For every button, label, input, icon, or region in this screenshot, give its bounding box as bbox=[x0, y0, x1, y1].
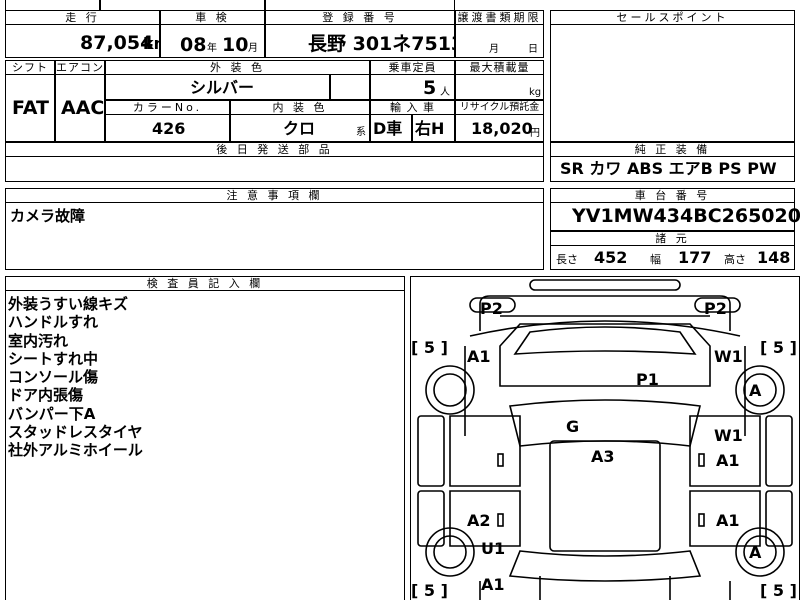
damage-a1-right-rear-door: A1 bbox=[716, 511, 740, 530]
capacity-unit: 人 bbox=[440, 87, 450, 98]
tread-fr: 5 bbox=[772, 338, 785, 357]
tread-bracket-fl: [ 5 ] bbox=[411, 338, 448, 357]
recycle-value: 18,020 bbox=[471, 119, 533, 138]
load-label: 最大積載量 bbox=[455, 60, 544, 75]
ac-label: エアコン bbox=[55, 60, 105, 75]
recycle-unit: 円 bbox=[530, 128, 540, 139]
tread-bracket-rl: [ 5 ] bbox=[411, 581, 448, 600]
exterior-value: シルバー bbox=[190, 78, 255, 97]
inspector-note: 室内汚れ bbox=[8, 331, 69, 350]
transfer-month-unit: 月 bbox=[489, 44, 499, 55]
inspector-note: シートすれ中 bbox=[8, 349, 99, 368]
equipment-label: 純 正 装 備 bbox=[550, 142, 795, 157]
height-value: 148 bbox=[757, 248, 791, 267]
inspection-month: 10 bbox=[222, 34, 249, 56]
height-label: 高さ bbox=[724, 253, 746, 266]
recycle-label: リサイクル預託金 bbox=[455, 100, 544, 115]
inspector-note: バンパー下A bbox=[8, 404, 96, 423]
equipment-items: SR カワ ABS エアB PS PW bbox=[560, 159, 777, 178]
registration-label: 登 録 番 号 bbox=[265, 10, 455, 25]
sales-point-label: セールスポイント bbox=[550, 10, 795, 25]
exterior-label: 外 装 色 bbox=[105, 60, 370, 75]
later-parts-cell bbox=[5, 156, 544, 182]
capacity-label: 乗車定員 bbox=[370, 60, 455, 75]
damage-a1-front-left: A1 bbox=[467, 347, 491, 366]
top-stub-right bbox=[265, 0, 455, 11]
damage-a-wheel-front-right: A bbox=[749, 381, 762, 400]
length-value: 452 bbox=[594, 248, 628, 267]
interior-value: クロ bbox=[283, 119, 316, 138]
inspector-note: スタッドレスタイヤ bbox=[8, 423, 143, 442]
damage-w1-front-right: W1 bbox=[714, 347, 743, 366]
inspection-year-unit: 年 bbox=[207, 43, 217, 54]
shift-label: シフト bbox=[5, 60, 55, 75]
inspector-label: 検 査 員 記 入 欄 bbox=[5, 276, 405, 291]
caution-text: カメラ故障 bbox=[10, 207, 86, 225]
color-no-value: 426 bbox=[152, 119, 186, 138]
width-label: 幅 bbox=[650, 253, 661, 266]
mileage-label: 走 行 bbox=[5, 10, 160, 25]
capacity-value: 5 bbox=[423, 77, 437, 99]
damage-g-windshield: G bbox=[566, 417, 580, 436]
inspector-note: ドア内張傷 bbox=[8, 386, 84, 405]
interior-label: 内 装 色 bbox=[230, 100, 370, 115]
damage-a1-right-door: A1 bbox=[716, 451, 740, 470]
tread-bracket-rr: [ 5 ] bbox=[760, 581, 797, 600]
dimensions-label: 諸 元 bbox=[550, 231, 795, 246]
transfer-day-unit: 日 bbox=[528, 44, 538, 55]
chassis-label: 車 台 番 号 bbox=[550, 188, 795, 203]
damage-p2-right: P2 bbox=[704, 299, 727, 318]
exterior-cell-b bbox=[330, 74, 370, 100]
caution-cell bbox=[5, 202, 544, 270]
later-parts-label: 後 日 発 送 部 品 bbox=[5, 142, 544, 157]
caution-label: 注 意 事 項 欄 bbox=[5, 188, 544, 203]
inspection-year: 08 bbox=[180, 34, 207, 56]
damage-a-wheel-rear-right: A bbox=[749, 543, 762, 562]
tread-bracket-fr: [ 5 ] bbox=[760, 338, 797, 357]
sales-point-box bbox=[550, 24, 795, 142]
import-handle: 右H bbox=[415, 119, 445, 138]
import-label: 輸 入 車 bbox=[370, 100, 455, 115]
length-label: 長さ bbox=[556, 253, 578, 266]
color-no-label: カラーNo. bbox=[105, 100, 230, 115]
load-unit: kg bbox=[529, 87, 542, 98]
tread-rr: 5 bbox=[772, 581, 785, 600]
tread-fl: 5 bbox=[423, 338, 436, 357]
registration-number: 長野 301ネ7513 bbox=[308, 33, 465, 55]
inspector-note: コンソール傷 bbox=[8, 368, 99, 387]
transfer-label: 譲渡書類期限 bbox=[455, 10, 544, 25]
inspector-note: 外装うすい線キズ bbox=[8, 295, 129, 313]
chassis-number: YV1MW434BC2650201 bbox=[572, 205, 800, 227]
damage-a3-roof: A3 bbox=[591, 447, 615, 466]
inspection-label: 車 検 bbox=[160, 10, 265, 25]
damage-a1-rear-left: A1 bbox=[481, 575, 505, 594]
inspector-notes: 外装うすい線キズ ハンドルすれ 室内汚れ シートすれ中 コンソール傷 ドア内張傷… bbox=[8, 295, 398, 460]
inspector-note: 社外アルミホイール bbox=[8, 441, 143, 460]
width-value: 177 bbox=[678, 248, 712, 267]
damage-p2-left: P2 bbox=[480, 299, 503, 318]
damage-u1-wheel-rear-left: U1 bbox=[481, 539, 506, 558]
tread-rl: 5 bbox=[423, 581, 436, 600]
ac-value: AAC bbox=[61, 97, 105, 119]
damage-a2-left-door: A2 bbox=[467, 511, 491, 530]
interior-suffix: 系 bbox=[356, 127, 366, 138]
import-drive: D車 bbox=[373, 119, 403, 138]
inspection-month-unit: 月 bbox=[248, 43, 258, 54]
damage-p1-bonnet: P1 bbox=[636, 370, 659, 389]
inspector-note: ハンドルすれ bbox=[8, 313, 99, 332]
top-stub-left bbox=[5, 0, 100, 11]
shift-value: FAT bbox=[12, 97, 49, 119]
top-stub-mid bbox=[100, 0, 265, 11]
damage-w1-right-door: W1 bbox=[714, 426, 743, 445]
